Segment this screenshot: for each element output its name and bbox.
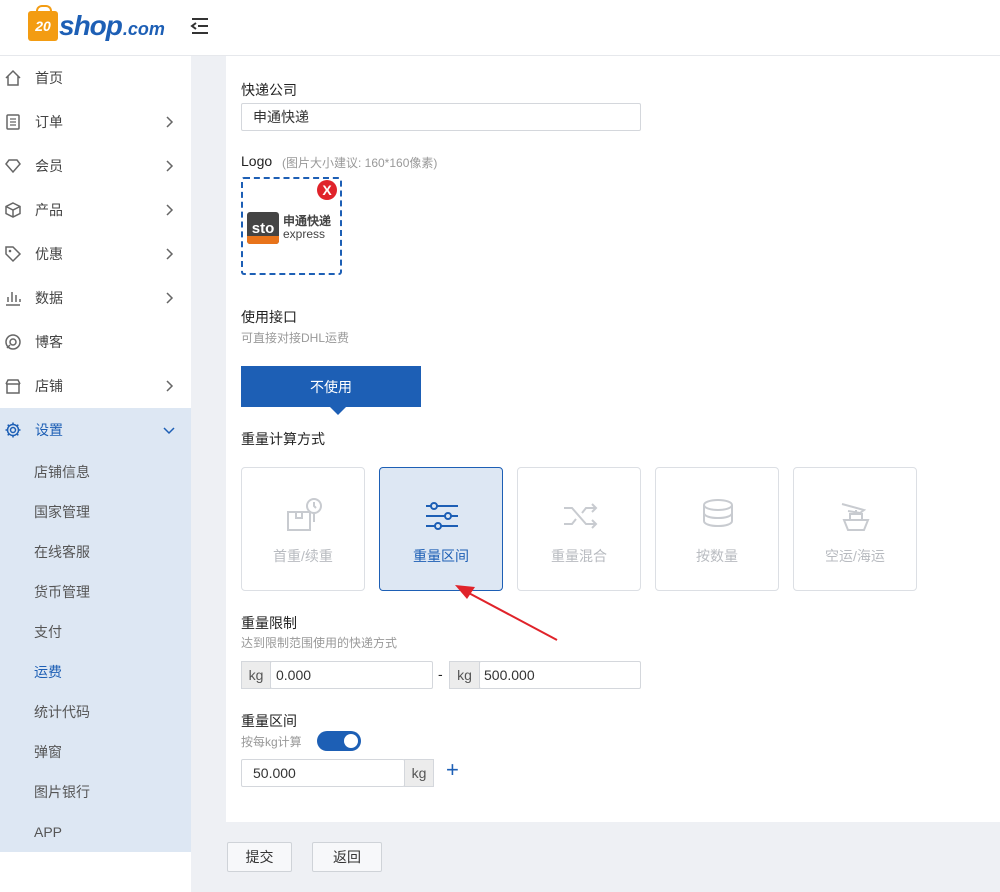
chevron-right-icon [163, 116, 175, 128]
logo-size-hint: (图片大小建议: 160*160像素) [282, 156, 438, 170]
sidebar-item-members[interactable]: 会员 [0, 144, 191, 188]
sidebar: 首页 订单 会员 产品 优惠 数据 博客 店铺 设置 店铺信息 国家管理 在线客… [0, 56, 191, 892]
method-label-text: 重量混合 [551, 548, 607, 564]
limit-min-input[interactable]: 0.000 [270, 661, 433, 689]
tag-icon [4, 245, 22, 263]
sliders-icon [422, 496, 462, 536]
limit-min-unit: kg [241, 661, 271, 689]
sidebar-item-label: 优惠 [35, 246, 63, 262]
courier-input[interactable]: 申通快递 [241, 103, 641, 131]
method-by-quantity[interactable]: 按数量 [655, 467, 779, 591]
method-label: 重量计算方式 [241, 431, 325, 447]
range-dash: - [438, 666, 443, 682]
sidebar-item-products[interactable]: 产品 [0, 188, 191, 232]
submenu-item-live-chat[interactable]: 在线客服 [0, 532, 191, 572]
method-weight-mixed[interactable]: 重量混合 [517, 467, 641, 591]
limit-hint: 达到限制范围使用的快递方式 [241, 636, 398, 650]
sidebar-item-home[interactable]: 首页 [0, 56, 191, 100]
gear-icon [4, 421, 22, 439]
range-value-unit: kg [404, 759, 434, 787]
method-label-text: 重量区间 [413, 548, 469, 564]
method-weight-range[interactable]: 重量区间 [379, 467, 503, 591]
api-select-button[interactable]: 不使用 [241, 366, 421, 415]
submenu-item-app[interactable]: APP [0, 812, 191, 852]
chevron-down-icon [163, 424, 175, 436]
shop-icon [4, 377, 22, 395]
submenu-item-shipping[interactable]: 运费 [0, 652, 191, 692]
chevron-right-icon [163, 204, 175, 216]
sto-en-text: express [283, 227, 326, 241]
submenu-item-popup[interactable]: 弹窗 [0, 732, 191, 772]
method-air-sea[interactable]: 空运/海运 [793, 467, 917, 591]
limit-max-unit: kg [449, 661, 480, 689]
sidebar-item-label: 数据 [35, 290, 63, 306]
per-kg-label: 按每kg计算 [241, 735, 302, 749]
sidebar-item-promotions[interactable]: 优惠 [0, 232, 191, 276]
api-label: 使用接口 [241, 309, 297, 325]
range-label: 重量区间 [241, 713, 297, 729]
back-button[interactable]: 返回 [312, 842, 382, 872]
home-icon [4, 69, 22, 87]
submenu-item-countries[interactable]: 国家管理 [0, 492, 191, 532]
submit-button[interactable]: 提交 [227, 842, 292, 872]
logo-name: shop [59, 10, 123, 41]
sidebar-item-label: 店铺 [35, 378, 63, 394]
order-icon [4, 113, 22, 131]
add-range-button[interactable]: + [446, 759, 459, 781]
sidebar-item-blog[interactable]: 博客 [0, 320, 191, 364]
sto-badge: sto [247, 212, 279, 244]
sidebar-item-settings[interactable]: 设置 [0, 408, 191, 452]
blog-icon [4, 333, 22, 351]
method-label-text: 空运/海运 [825, 548, 885, 564]
courier-label: 快递公司 [241, 82, 297, 98]
logo-label: Logo [241, 153, 273, 169]
plane-ship-icon [836, 496, 876, 536]
sidebar-item-label: 博客 [35, 334, 63, 350]
sidebar-item-orders[interactable]: 订单 [0, 100, 191, 144]
submenu-item-image-bank[interactable]: 图片银行 [0, 772, 191, 812]
stack-icon [698, 496, 738, 536]
limit-label: 重量限制 [241, 615, 297, 631]
product-icon [4, 201, 22, 219]
logo-upload[interactable]: sto 申通快递 express X [241, 177, 342, 275]
method-first-weight[interactable]: 首重/续重 [241, 467, 365, 591]
logo-suffix: .com [122, 18, 165, 39]
shipping-form: 快递公司 申通快递 Logo (图片大小建议: 160*160像素) sto 申… [226, 56, 1000, 822]
submenu-item-analytics-code[interactable]: 统计代码 [0, 692, 191, 732]
chevron-right-icon [163, 160, 175, 172]
scale-box-icon [284, 496, 324, 536]
limit-max-input[interactable]: 500.000 [479, 661, 641, 689]
shuffle-icon [560, 496, 600, 536]
per-kg-toggle[interactable] [317, 731, 361, 751]
sto-express-logo: sto 申通快递 express [247, 211, 337, 245]
site-logo[interactable]: 20 shop .com [28, 5, 165, 46]
submenu-item-currency[interactable]: 货币管理 [0, 572, 191, 612]
remove-logo-button[interactable]: X [317, 180, 337, 200]
sidebar-item-label: 订单 [35, 114, 63, 130]
chart-icon [4, 289, 22, 307]
chevron-right-icon [163, 292, 175, 304]
member-icon [4, 157, 22, 175]
api-hint: 可直接对接DHL运费 [241, 331, 350, 345]
menu-collapse-icon[interactable] [190, 17, 210, 35]
sidebar-item-label: 首页 [35, 70, 63, 86]
sidebar-item-label: 产品 [35, 202, 63, 218]
chevron-right-icon [163, 248, 175, 260]
method-label-text: 首重/续重 [273, 548, 333, 564]
sidebar-item-shop[interactable]: 店铺 [0, 364, 191, 408]
settings-submenu: 店铺信息 国家管理 在线客服 货币管理 支付 运费 统计代码 弹窗 图片银行 A… [0, 452, 191, 852]
submenu-item-shop-info[interactable]: 店铺信息 [0, 452, 191, 492]
shopping-bag-icon: 20 [28, 5, 58, 41]
chevron-right-icon [163, 380, 175, 392]
sidebar-item-data[interactable]: 数据 [0, 276, 191, 320]
range-value-input[interactable]: 50.000 [241, 759, 405, 787]
sidebar-item-label: 会员 [35, 158, 63, 174]
sidebar-item-label: 设置 [35, 422, 63, 438]
annotation-arrow-icon [455, 585, 558, 641]
submenu-item-payment[interactable]: 支付 [0, 612, 191, 652]
method-label-text: 按数量 [696, 548, 738, 564]
top-bar: 20 shop .com [0, 0, 1000, 56]
